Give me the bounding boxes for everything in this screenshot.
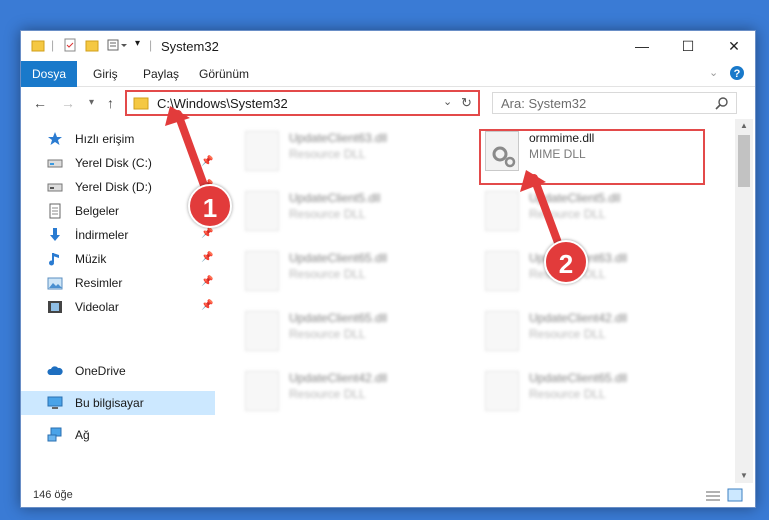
step-badge-1: 1	[188, 184, 232, 228]
annotation-arrows	[165, 106, 564, 252]
step-badge-2: 2	[544, 240, 588, 284]
